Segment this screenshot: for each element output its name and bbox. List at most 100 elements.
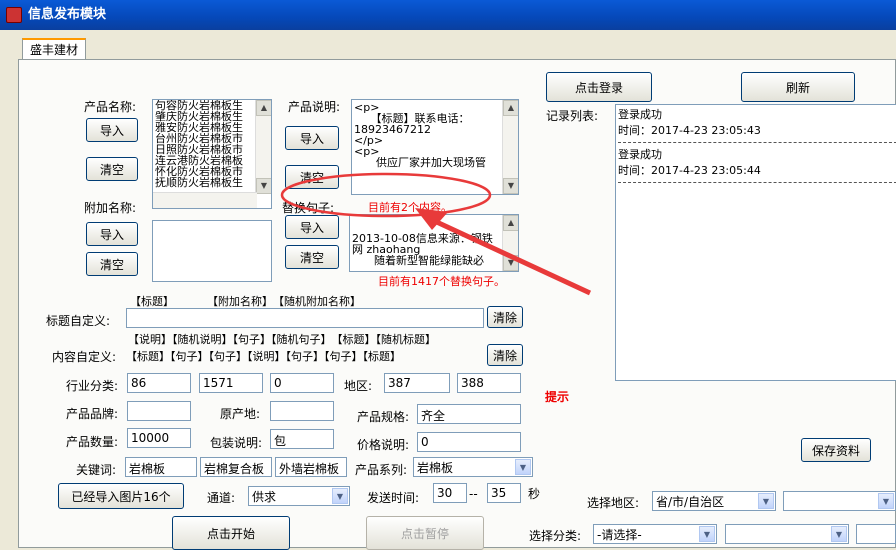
app-icon — [6, 7, 22, 23]
images-button[interactable]: 已经导入图片16个 — [58, 483, 184, 509]
send-time-to-input[interactable]: 35 — [487, 483, 521, 503]
product-list-item[interactable]: 雅安防火岩棉板生 — [153, 122, 271, 133]
annotation-overlay — [280, 172, 592, 296]
brand-input[interactable] — [127, 401, 191, 421]
log-entry-status: 登录成功 — [618, 108, 662, 121]
extra-clear-button[interactable]: 清空 — [86, 252, 138, 276]
industry-input-1[interactable]: 86 — [127, 373, 191, 393]
annotation-arrow-line — [426, 215, 592, 296]
origin-input[interactable] — [270, 401, 334, 421]
pack-label: 包装说明: — [210, 436, 263, 450]
region-input-2[interactable]: 388 — [457, 373, 521, 393]
province-select[interactable]: 省/市/自治区 ▼ — [652, 491, 776, 511]
channel-value: 供求 — [252, 490, 277, 504]
product-list-item[interactable]: 抚顺防火岩棉板生 — [153, 177, 271, 188]
send-time-from-input[interactable]: 30 — [433, 483, 467, 503]
log-label: 记录列表: — [546, 109, 599, 123]
title-custom-label: 标题自定义: — [46, 314, 111, 328]
chevron-down-icon[interactable]: ▼ — [831, 526, 847, 542]
content-tokens: 【说明】【随机说明】【句子】【随机句子】 【标题】【随机标题】 — [128, 333, 436, 346]
keyword-input-2[interactable]: 岩棉复合板 — [200, 457, 272, 477]
series-select[interactable]: 岩棉板 ▼ — [413, 457, 533, 477]
product-list-item[interactable]: 肇庆防火岩棉板生 — [153, 111, 271, 122]
title-custom-input[interactable] — [126, 308, 484, 328]
login-button[interactable]: 点击登录 — [546, 72, 652, 102]
series-value: 岩棉板 — [417, 461, 454, 475]
log-entry-time: 时间：2017-4-23 23:05:44 — [618, 164, 761, 177]
origin-label: 原产地: — [220, 407, 261, 421]
category-value: -请选择- — [597, 528, 642, 542]
desc-line[interactable]: 18923467212 — [352, 124, 518, 135]
tab-shengfeng[interactable]: 盛丰建材 — [22, 38, 86, 60]
products-clear-button[interactable]: 清空 — [86, 157, 138, 181]
extra-label: 附加名称: — [84, 201, 137, 215]
price-label: 价格说明: — [357, 438, 410, 452]
product-list-item[interactable]: 日照防火岩棉板市 — [153, 144, 271, 155]
qty-label: 产品数量: — [66, 435, 119, 449]
spec-input[interactable]: 齐全 — [417, 404, 521, 424]
qty-input[interactable]: 10000 — [127, 428, 191, 448]
category-select-2[interactable]: ▼ — [725, 524, 849, 544]
products-listbox[interactable]: 句容防火岩棉板生 肇庆防火岩棉板生 雅安防火岩棉板生 台州防火岩棉板市 日照防火岩棉板市… — [152, 99, 272, 209]
category-select-3[interactable] — [856, 524, 896, 544]
region-label: 地区: — [344, 379, 373, 393]
keywords-label: 关键词: — [76, 463, 117, 477]
scroll-up-icon[interactable]: ▲ — [503, 100, 518, 116]
scroll-up-icon[interactable]: ▲ — [256, 100, 271, 116]
product-list-item[interactable]: 连云港防火岩棉板 — [153, 155, 271, 166]
extra-listbox[interactable] — [152, 220, 272, 282]
products-import-button[interactable]: 导入 — [86, 118, 138, 142]
scroll-down-icon[interactable]: ▼ — [256, 178, 271, 194]
category-select-1[interactable]: -请选择- ▼ — [593, 524, 717, 544]
channel-select[interactable]: 供求 ▼ — [248, 486, 350, 506]
log-entry-status: 登录成功 — [618, 148, 662, 161]
region-input-1[interactable]: 387 — [384, 373, 450, 393]
desc-label: 产品说明: — [288, 100, 341, 114]
industry-input-2[interactable]: 1571 — [199, 373, 263, 393]
pack-input[interactable]: 包 — [270, 429, 334, 449]
content-clear-button[interactable]: 清除 — [487, 344, 523, 366]
desc-line[interactable]: </p> — [352, 135, 518, 146]
product-list-item[interactable]: 怀化防火岩棉板市 — [153, 166, 271, 177]
chevron-down-icon[interactable]: ▼ — [332, 488, 348, 504]
title-tokens: 【标题】 【附加名称】 【随机附加名称】 — [130, 295, 361, 308]
chevron-down-icon[interactable]: ▼ — [699, 526, 715, 542]
desc-import-button[interactable]: 导入 — [285, 126, 339, 150]
industry-label: 行业分类: — [66, 379, 119, 393]
chevron-down-icon[interactable]: ▼ — [515, 459, 531, 475]
refresh-button[interactable]: 刷新 — [741, 72, 855, 102]
content-custom-input[interactable]: 【标题】【句子】【句子】【说明】【句子】【句子】【标题】 — [126, 348, 484, 364]
start-button[interactable]: 点击开始 — [172, 516, 290, 550]
log-list[interactable]: 登录成功 时间：2017-4-23 23:05:43 登录成功 时间：2017-… — [615, 104, 896, 381]
product-list-item[interactable]: 句容防火岩棉板生 — [153, 100, 271, 111]
annotation-ellipse — [280, 172, 492, 218]
keyword-input-1[interactable]: 岩棉板 — [125, 457, 197, 477]
save-button[interactable]: 保存资料 — [801, 438, 871, 462]
desc-line[interactable]: 【标题】联系电话： — [352, 113, 518, 124]
send-time-dash: -- — [469, 487, 478, 501]
products-vscroll[interactable]: ▲ ▼ — [255, 100, 271, 194]
price-input[interactable]: 0 — [417, 432, 521, 452]
title-clear-button[interactable]: 清除 — [487, 306, 523, 328]
send-time-label: 发送时间: — [367, 491, 420, 505]
chevron-down-icon[interactable]: ▼ — [878, 493, 894, 509]
channel-label: 通道: — [207, 491, 236, 505]
chevron-down-icon[interactable]: ▼ — [758, 493, 774, 509]
products-label: 产品名称: — [84, 100, 137, 114]
send-time-unit: 秒 — [528, 487, 541, 501]
window-titlebar: 信息发布模块 — [0, 0, 896, 30]
spec-label: 产品规格: — [357, 410, 410, 424]
desc-line[interactable]: <p> — [352, 102, 518, 113]
log-separator — [618, 182, 896, 183]
keyword-input-3[interactable]: 外墙岩棉板 — [275, 457, 347, 477]
pause-button[interactable]: 点击暂停 — [366, 516, 484, 550]
brand-label: 产品品牌: — [66, 407, 119, 421]
series-label: 产品系列: — [355, 463, 408, 477]
product-list-item[interactable]: 台州防火岩棉板市 — [153, 133, 271, 144]
city-select[interactable]: ▼ — [783, 491, 896, 511]
products-hscroll[interactable] — [153, 192, 257, 208]
hint-text: 提示 — [545, 390, 570, 404]
industry-input-3[interactable]: 0 — [270, 373, 334, 393]
products-items: 句容防火岩棉板生 肇庆防火岩棉板生 雅安防火岩棉板生 台州防火岩棉板市 日照防火岩棉板市… — [153, 100, 271, 188]
extra-import-button[interactable]: 导入 — [86, 222, 138, 246]
